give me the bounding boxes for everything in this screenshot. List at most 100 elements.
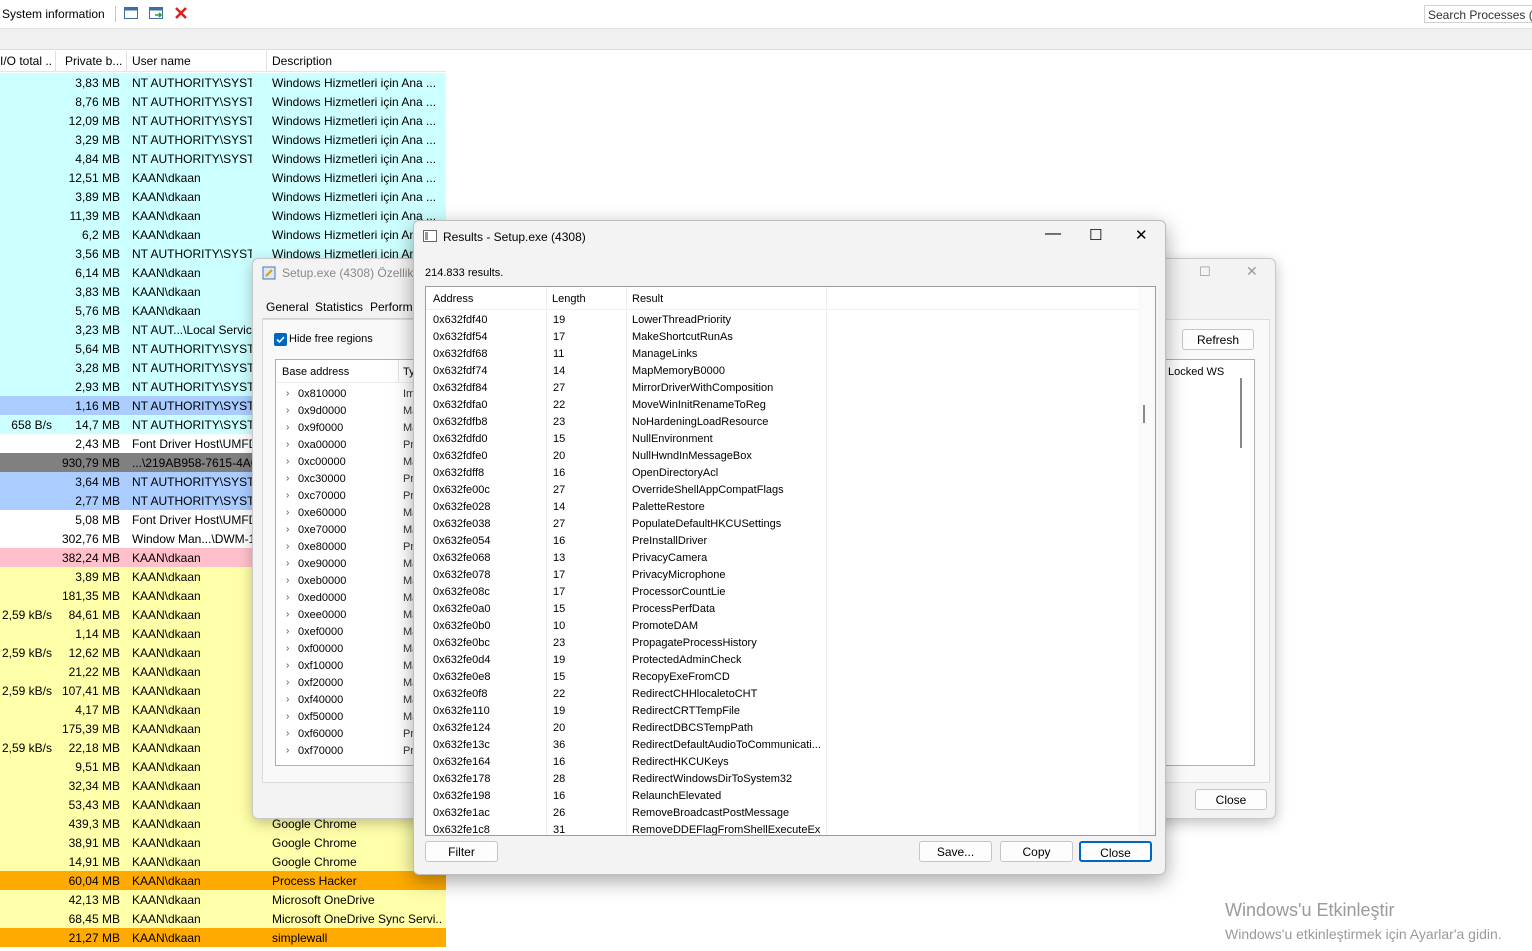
chevron-right-icon[interactable]: › bbox=[286, 456, 289, 467]
result-row[interactable]: 0x632fe078 17 PrivacyMicrophone bbox=[426, 567, 1138, 584]
chevron-right-icon[interactable]: › bbox=[286, 592, 289, 603]
result-row[interactable]: 0x632fe110 19 RedirectCRTTempFile bbox=[426, 703, 1138, 720]
result-row[interactable]: 0x632fe054 16 PreInstallDriver bbox=[426, 533, 1138, 550]
memory-region-row[interactable]: › 0xf00000 Ma bbox=[276, 641, 421, 658]
memory-region-row[interactable]: › 0xe70000 Ma bbox=[276, 522, 421, 539]
result-row[interactable]: 0x632fdf74 14 MapMemoryB0000 bbox=[426, 363, 1138, 380]
process-row[interactable]: 68,45 MB KAAN\dkaan Microsoft OneDrive Syn… bbox=[0, 909, 446, 928]
column-result[interactable]: Result bbox=[632, 293, 663, 305]
memory-region-row[interactable]: › 0xa00000 Pri bbox=[276, 437, 421, 454]
chevron-right-icon[interactable]: › bbox=[286, 694, 289, 705]
result-row[interactable]: 0x632fe08c 17 ProcessorCountLie bbox=[426, 584, 1138, 601]
memory-region-row[interactable]: › 0xf70000 Pri bbox=[276, 743, 421, 760]
result-row[interactable]: 0x632fdf84 27 MirrorDriverWithComposition bbox=[426, 380, 1138, 397]
chevron-right-icon[interactable]: › bbox=[286, 643, 289, 654]
process-row[interactable]: 3,83 MB NT AUTHORITY\SYSTEM Windows Hizmet… bbox=[0, 73, 446, 92]
process-row[interactable]: 3,89 MB KAAN\dkaan Windows Hizmetleri için… bbox=[0, 187, 446, 206]
memory-region-row[interactable]: › 0x9f0000 Ma bbox=[276, 420, 421, 437]
process-row[interactable]: 12,51 MB KAAN\dkaan Windows Hizmetleri içi… bbox=[0, 168, 446, 187]
memory-region-row[interactable]: › 0xc70000 Pri bbox=[276, 488, 421, 505]
close-icon[interactable]: ✕ bbox=[1246, 263, 1258, 280]
minimize-icon[interactable]: — bbox=[1045, 225, 1061, 243]
chevron-right-icon[interactable]: › bbox=[286, 439, 289, 450]
results-scrollbar[interactable] bbox=[1138, 287, 1155, 835]
result-row[interactable]: 0x632fe1ac 26 RemoveBroadcastPostMessage bbox=[426, 805, 1138, 822]
memory-region-row[interactable]: › 0xeb0000 Ma bbox=[276, 573, 421, 590]
result-row[interactable]: 0x632fdfe0 20 NullHwndInMessageBox bbox=[426, 448, 1138, 465]
result-row[interactable]: 0x632fe0b0 10 PromoteDAM bbox=[426, 618, 1138, 635]
chevron-right-icon[interactable]: › bbox=[286, 473, 289, 484]
column-address[interactable]: Address bbox=[433, 293, 473, 305]
memory-region-row[interactable]: › 0x810000 Im bbox=[276, 386, 421, 403]
chevron-right-icon[interactable]: › bbox=[286, 728, 289, 739]
result-row[interactable]: 0x632fdfd0 15 NullEnvironment bbox=[426, 431, 1138, 448]
process-row[interactable]: 60,04 MB KAAN\dkaan Process Hacker bbox=[0, 871, 446, 890]
result-row[interactable]: 0x632fe164 16 RedirectHKCUKeys bbox=[426, 754, 1138, 771]
result-row[interactable]: 0x632fe0d4 19 ProtectedAdminCheck bbox=[426, 652, 1138, 669]
result-row[interactable]: 0x632fe028 14 PaletteRestore bbox=[426, 499, 1138, 516]
chevron-right-icon[interactable]: › bbox=[286, 490, 289, 501]
memory-region-row[interactable]: › 0x9d0000 Ma bbox=[276, 403, 421, 420]
memory-region-row[interactable]: › 0xf60000 Pri bbox=[276, 726, 421, 743]
chevron-right-icon[interactable]: › bbox=[286, 711, 289, 722]
memory-region-row[interactable]: › 0xe60000 Ma bbox=[276, 505, 421, 522]
memory-region-row[interactable]: › 0xe80000 Pri bbox=[276, 539, 421, 556]
results-close-button[interactable]: Close bbox=[1079, 841, 1152, 862]
maximize-icon[interactable]: ☐ bbox=[1089, 226, 1102, 244]
column-user-name[interactable]: User name bbox=[132, 54, 252, 68]
result-row[interactable]: 0x632fe0a0 15 ProcessPerfData bbox=[426, 601, 1138, 618]
memory-region-row[interactable]: › 0xf40000 Ma bbox=[276, 692, 421, 709]
memory-region-row[interactable]: › 0xed0000 Ma bbox=[276, 590, 421, 607]
chevron-right-icon[interactable]: › bbox=[286, 422, 289, 433]
copy-button[interactable]: Copy bbox=[1000, 841, 1073, 862]
column-locked-ws[interactable]: Locked WS bbox=[1168, 366, 1224, 378]
save-button[interactable]: Save... bbox=[919, 841, 992, 862]
result-row[interactable]: 0x632fdf54 17 MakeShortcutRunAs bbox=[426, 329, 1138, 346]
memory-region-row[interactable]: › 0xf20000 Ma bbox=[276, 675, 421, 692]
chevron-right-icon[interactable]: › bbox=[286, 745, 289, 756]
filter-button[interactable]: Filter bbox=[425, 841, 498, 862]
process-row[interactable]: 21,27 MB KAAN\dkaan simplewall bbox=[0, 928, 446, 947]
result-row[interactable]: 0x632fe00c 27 OverrideShellAppCompatFlags bbox=[426, 482, 1138, 499]
chevron-right-icon[interactable]: › bbox=[286, 558, 289, 569]
result-row[interactable]: 0x632fe124 20 RedirectDBCSTempPath bbox=[426, 720, 1138, 737]
find-window-icon[interactable] bbox=[149, 7, 163, 19]
column-description[interactable]: Description bbox=[272, 54, 422, 68]
search-processes-input[interactable]: Search Processes (C bbox=[1424, 5, 1532, 23]
chevron-right-icon[interactable]: › bbox=[286, 524, 289, 535]
memory-region-row[interactable]: › 0xc30000 Pri bbox=[276, 471, 421, 488]
properties-close-button[interactable]: Close bbox=[1195, 789, 1267, 810]
chevron-right-icon[interactable]: › bbox=[286, 660, 289, 671]
column-io-total[interactable]: I/O total ... bbox=[0, 54, 52, 68]
memory-region-row[interactable]: › 0xee0000 Ma bbox=[276, 607, 421, 624]
process-row[interactable]: 11,39 MB KAAN\dkaan Windows Hizmetleri içi… bbox=[0, 206, 446, 225]
process-row[interactable]: 42,13 MB KAAN\dkaan Microsoft OneDrive bbox=[0, 890, 446, 909]
result-row[interactable]: 0x632fe0f8 22 RedirectCHHlocaletoCHT bbox=[426, 686, 1138, 703]
results-scrollbar-thumb[interactable] bbox=[1143, 405, 1145, 423]
system-information-button[interactable]: System information bbox=[2, 7, 105, 21]
process-row[interactable]: 38,91 MB KAAN\dkaan Google Chrome bbox=[0, 833, 446, 852]
result-row[interactable]: 0x632fe0bc 23 PropagateProcessHistory bbox=[426, 635, 1138, 652]
memory-region-row[interactable]: › 0xf50000 Ma bbox=[276, 709, 421, 726]
chevron-right-icon[interactable]: › bbox=[286, 677, 289, 688]
memory-region-row[interactable]: › 0xc00000 Ma bbox=[276, 454, 421, 471]
scrollbar-thumb[interactable] bbox=[1240, 378, 1242, 448]
refresh-button[interactable]: Refresh bbox=[1182, 329, 1254, 350]
process-row[interactable]: 12,09 MB NT AUTHORITY\SYSTEM Windows Hizme… bbox=[0, 111, 446, 130]
tab-general[interactable]: General bbox=[262, 299, 313, 319]
process-row[interactable]: 6,2 MB KAAN\dkaan Windows Hizmetleri için … bbox=[0, 225, 446, 244]
column-base-address[interactable]: Base address bbox=[282, 366, 349, 378]
chevron-right-icon[interactable]: › bbox=[286, 575, 289, 586]
result-row[interactable]: 0x632fe178 28 RedirectWindowsDirToSystem32 bbox=[426, 771, 1138, 788]
chevron-right-icon[interactable]: › bbox=[286, 507, 289, 518]
result-row[interactable]: 0x632fe198 16 RelaunchElevated bbox=[426, 788, 1138, 805]
result-row[interactable]: 0x632fdf40 19 LowerThreadPriority bbox=[426, 312, 1138, 329]
chevron-right-icon[interactable]: › bbox=[286, 405, 289, 416]
column-private-bytes[interactable]: Private b... bbox=[65, 54, 123, 68]
process-row[interactable]: 3,29 MB NT AUTHORITY\SYSTEM Windows Hizmet… bbox=[0, 130, 446, 149]
result-row[interactable]: 0x632fdfb8 23 NoHardeningLoadResource bbox=[426, 414, 1138, 431]
result-row[interactable]: 0x632fe1c8 31 RemoveDDEFlagFromShellExecut… bbox=[426, 822, 1138, 835]
column-length[interactable]: Length bbox=[552, 293, 586, 305]
chevron-right-icon[interactable]: › bbox=[286, 388, 289, 399]
result-row[interactable]: 0x632fe068 13 PrivacyCamera bbox=[426, 550, 1138, 567]
